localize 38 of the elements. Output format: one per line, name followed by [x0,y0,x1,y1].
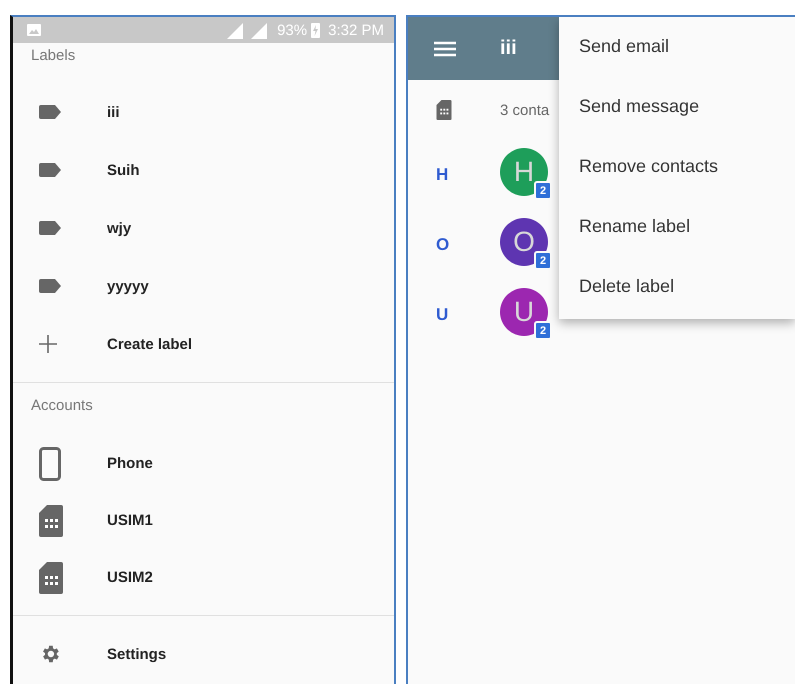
sim-badge: 2 [534,321,552,340]
drawer-item[interactable]: yyyyy [13,257,394,315]
contact-count: 3 conta [500,102,550,118]
menu-icon[interactable] [434,40,456,56]
sim-card-icon [436,100,452,120]
menu-item[interactable]: Delete label [559,257,795,317]
signal-icon [225,21,246,39]
drawer-item[interactable]: Create label [13,315,394,373]
drawer-item[interactable]: Suih [13,141,394,199]
drawer-item[interactable]: Settings [13,625,394,683]
menu-item[interactable]: Rename label [559,197,795,257]
drawer-item[interactable]: USIM1 [13,492,394,549]
drawer-item[interactable]: USIM2 [13,549,394,606]
image-icon [27,24,41,36]
label-icon [39,163,61,177]
battery-icon [311,22,320,38]
section-heading: Accounts [30,396,94,416]
label-icon [39,221,61,235]
drawer-item[interactable]: Phone [13,435,394,492]
drawer-item[interactable]: iii [13,83,394,141]
menu-item[interactable]: Send message [559,77,795,137]
screen-title: iii [500,37,517,60]
section-letter: H [436,165,450,185]
sim-badge: 2 [534,251,552,270]
drawer-item[interactable]: wjy [13,199,394,257]
label-icon [39,279,61,293]
phone-icon [39,446,61,480]
label-icon [39,105,61,119]
sim-card-icon [39,562,63,594]
plus-icon [39,335,57,353]
section-letter: O [436,235,450,255]
menu-item[interactable]: Send email [559,17,795,77]
signal-icon [249,21,270,39]
section-heading: Labels [30,46,76,66]
menu-item[interactable]: Remove contacts [559,137,795,197]
section-letter: U [436,305,450,325]
sim-badge: 2 [534,181,552,200]
sim-card-icon [39,504,63,536]
